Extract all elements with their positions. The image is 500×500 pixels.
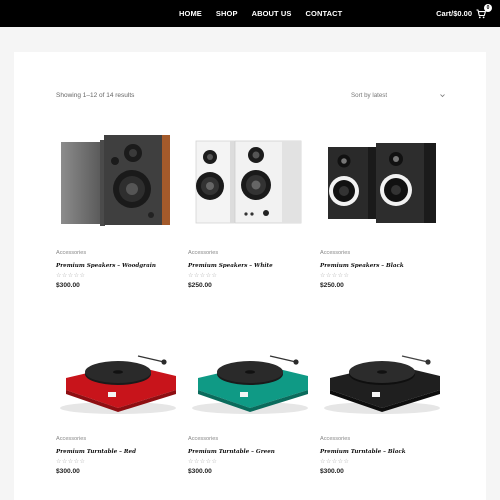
- product-image-speakers-black[interactable]: [320, 127, 440, 227]
- rating-stars: ☆☆☆☆☆: [188, 273, 218, 279]
- product-title[interactable]: Premium Speakers – Woodgrain: [56, 263, 156, 269]
- product-image-speakers-woodgrain[interactable]: [56, 127, 176, 227]
- product-image-turntable-black[interactable]: [320, 328, 440, 428]
- product-image-speakers-white[interactable]: [188, 127, 308, 227]
- cart-icon: 0: [476, 3, 492, 19]
- product-price: $300.00: [56, 282, 80, 289]
- nav-home-link[interactable]: HOME: [179, 9, 202, 18]
- main-nav: HOME SHOP ABOUT US CONTACT: [179, 0, 356, 27]
- rating-stars: ☆☆☆☆☆: [320, 273, 350, 279]
- product-price: $300.00: [320, 468, 344, 475]
- shop-content: Showing 1–12 of 14 results Sort by lates…: [14, 52, 486, 500]
- nav-contact-link[interactable]: CONTACT: [306, 9, 343, 18]
- product-category[interactable]: Accessories: [56, 250, 86, 256]
- cart-button[interactable]: Cart/$0.00 0: [436, 0, 492, 27]
- product-category[interactable]: Accessories: [320, 436, 350, 442]
- nav-about-link[interactable]: ABOUT US: [252, 9, 292, 18]
- product-price: $250.00: [320, 282, 344, 289]
- rating-stars: ☆☆☆☆☆: [188, 459, 218, 465]
- product-image-turntable-green[interactable]: [188, 328, 308, 428]
- product-price: $300.00: [56, 468, 80, 475]
- sort-selected-label: Sort by latest: [351, 91, 388, 99]
- product-price: $250.00: [188, 282, 212, 289]
- chevron-down-icon: [440, 93, 445, 98]
- product-title[interactable]: Premium Speakers – White: [188, 263, 273, 269]
- product-price: $300.00: [188, 468, 212, 475]
- rating-stars: ☆☆☆☆☆: [56, 273, 86, 279]
- site-header: HOME SHOP ABOUT US CONTACT Cart/$0.00 0: [0, 0, 500, 27]
- product-category[interactable]: Accessories: [56, 436, 86, 442]
- product-category[interactable]: Accessories: [320, 250, 350, 256]
- product-title[interactable]: Premium Speakers – Black: [320, 263, 404, 269]
- product-category[interactable]: Accessories: [188, 436, 218, 442]
- product-title[interactable]: Premium Turntable – Red: [56, 449, 136, 455]
- product-title[interactable]: Premium Turntable – Black: [320, 449, 406, 455]
- rating-stars: ☆☆☆☆☆: [56, 459, 86, 465]
- rating-stars: ☆☆☆☆☆: [320, 459, 350, 465]
- cart-count-badge: 0: [484, 3, 492, 12]
- cart-total: Cart/$0.00: [436, 9, 472, 18]
- product-image-turntable-red[interactable]: [56, 328, 176, 428]
- sort-select[interactable]: Sort by latest: [351, 88, 445, 102]
- result-count: Showing 1–12 of 14 results: [56, 92, 135, 99]
- nav-shop-link[interactable]: SHOP: [216, 9, 238, 18]
- product-category[interactable]: Accessories: [188, 250, 218, 256]
- product-title[interactable]: Premium Turntable – Green: [188, 449, 275, 455]
